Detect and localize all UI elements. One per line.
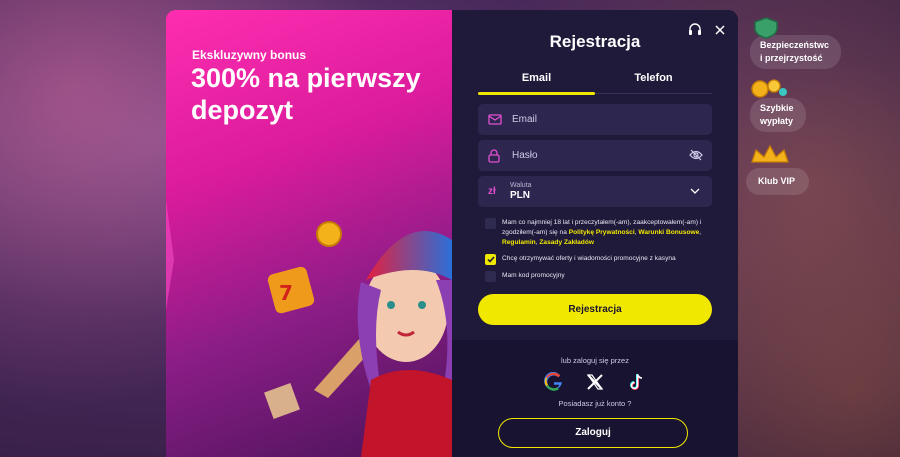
registration-modal: Ekskluzywny bonus 300% na pierwszy depoz… xyxy=(166,10,738,457)
chevron-down-icon xyxy=(690,188,700,194)
coins-icon xyxy=(751,79,787,98)
register-button[interactable]: Rejestracja xyxy=(478,294,712,325)
betting-rules-link[interactable]: Zasady Zakładów xyxy=(539,239,594,246)
registration-form-panel: Rejestracja Email Telefon zł xyxy=(452,10,738,457)
have-account-text: Posiadasz już konto ? xyxy=(558,399,632,408)
promo-code-text: Mam kod promocyjny xyxy=(502,272,565,279)
crown-icon xyxy=(751,144,789,163)
currency-value: PLN xyxy=(510,190,530,201)
promo-panel: Ekskluzywny bonus 300% na pierwszy depoz… xyxy=(166,10,452,457)
checkmark-icon xyxy=(486,256,495,263)
offers-checkbox[interactable] xyxy=(485,254,496,265)
lock-icon xyxy=(488,148,502,163)
currency-select[interactable]: zł Waluta PLN xyxy=(478,176,712,207)
currency-symbol: zł xyxy=(488,186,496,197)
privacy-policy-link[interactable]: Politykę Prywatności xyxy=(569,229,635,236)
svg-text:7: 7 xyxy=(279,281,293,305)
sidebar-item-vip[interactable]: Klub VIP xyxy=(746,144,810,195)
sidebar-item-security[interactable]: Bezpieczeństwc i przejrzystość xyxy=(750,17,842,69)
password-input[interactable] xyxy=(510,149,674,162)
x-icon[interactable] xyxy=(583,370,607,394)
email-input[interactable] xyxy=(510,113,674,126)
offers-row: Chcę otrzymywać oferty i wiadomości prom… xyxy=(485,254,714,265)
promo-code-checkbox[interactable] xyxy=(485,271,496,282)
login-button[interactable]: Zaloguj xyxy=(498,418,688,448)
active-tab-indicator xyxy=(478,92,595,95)
promo-code-row: Mam kod promocyjny xyxy=(485,271,714,282)
tab-email[interactable]: Email xyxy=(478,72,595,94)
promo-eyebrow: Ekskluzywny bonus xyxy=(192,48,307,62)
form-title: Rejestracja xyxy=(549,32,641,51)
consent-checkbox[interactable] xyxy=(485,218,496,229)
promo-headline: 300% na pierwszy depozyt xyxy=(191,63,421,125)
shield-icon xyxy=(754,17,778,39)
consent-text: Mam co najmniej 18 lat i przeczytałem(-a… xyxy=(502,219,702,246)
offers-text: Chcę otrzymywać oferty i wiadomości prom… xyxy=(502,255,676,262)
bonus-terms-link[interactable]: Warunki Bonusowe xyxy=(638,229,699,236)
email-field[interactable] xyxy=(478,104,712,135)
auth-method-tabs: Email Telefon xyxy=(478,72,712,94)
tiktok-icon[interactable] xyxy=(624,370,648,394)
alt-login-label: lub zaloguj się przez xyxy=(561,356,629,365)
currency-label: Waluta xyxy=(510,182,532,189)
envelope-icon xyxy=(488,113,502,127)
password-field[interactable] xyxy=(478,140,712,171)
sidebar-item-fast-payouts[interactable]: Szybkie wypłaty xyxy=(750,79,806,132)
eye-slash-icon[interactable] xyxy=(689,149,703,161)
jester-illustration: 7 xyxy=(166,200,452,457)
terms-link[interactable]: Regulamin xyxy=(502,239,536,246)
tab-phone[interactable]: Telefon xyxy=(595,72,712,94)
consent-row: Mam co najmniej 18 lat i przeczytałem(-a… xyxy=(485,218,714,248)
social-login-buttons xyxy=(542,370,648,394)
google-icon[interactable] xyxy=(542,370,566,394)
